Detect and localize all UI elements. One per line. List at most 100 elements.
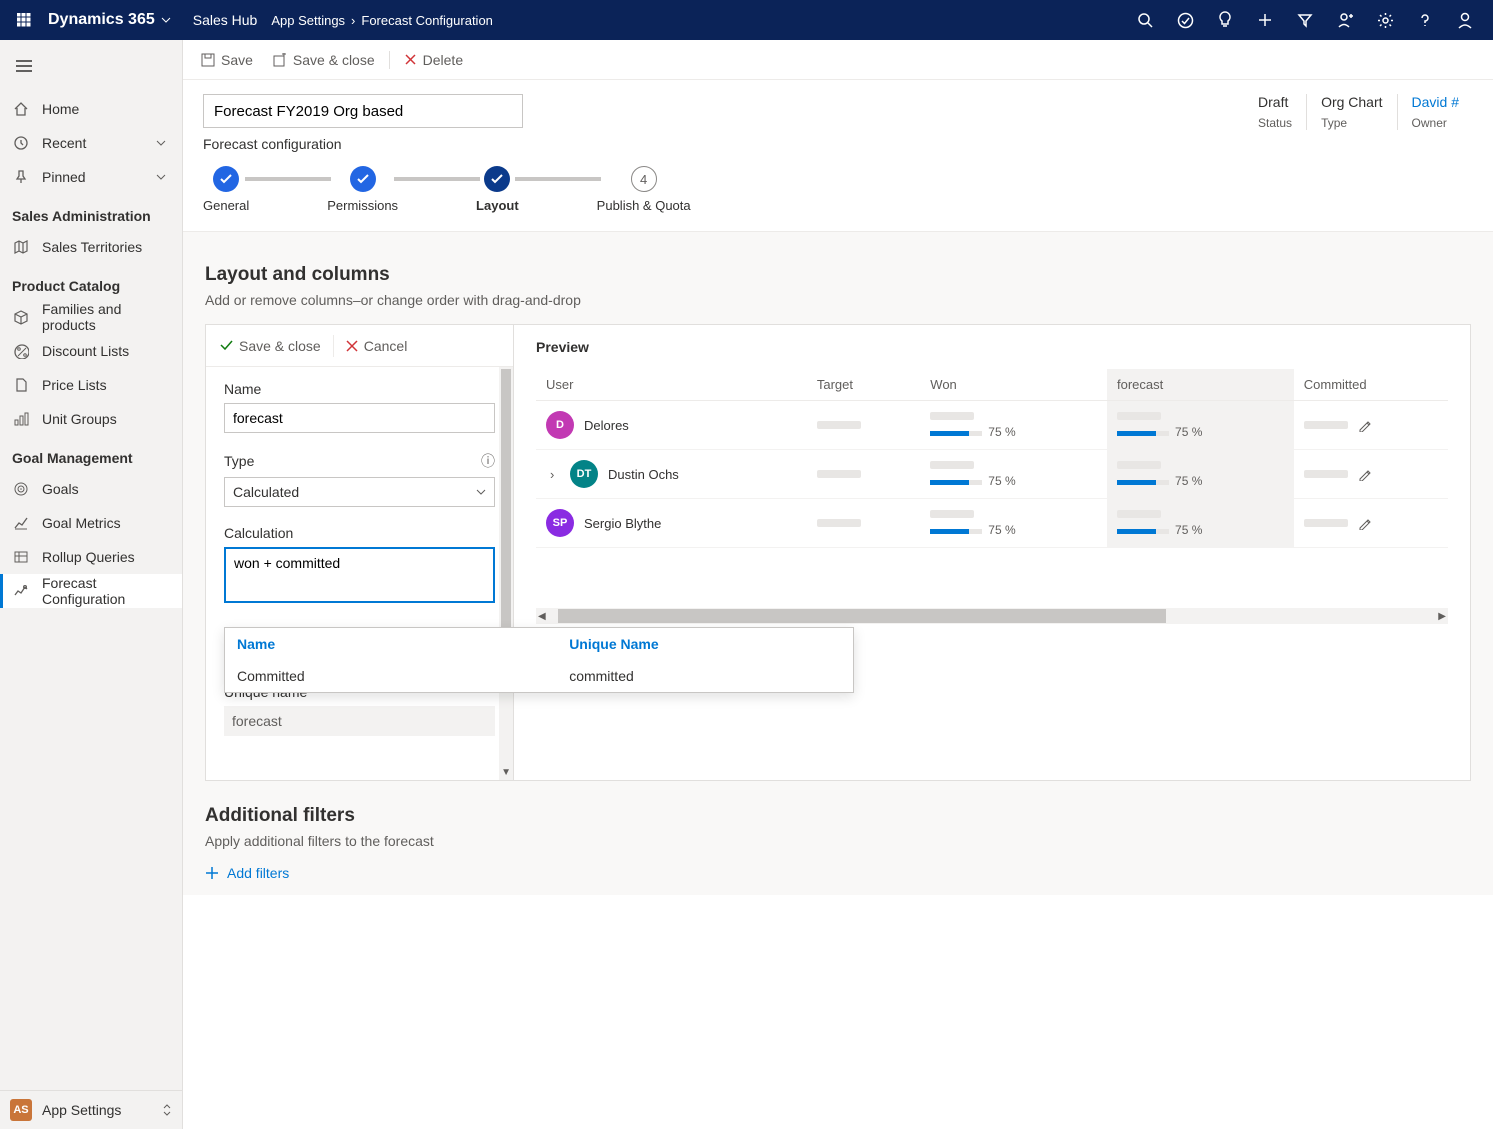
wizard-step-layout[interactable]: Layout	[476, 166, 519, 213]
preview-col-header[interactable]: User	[536, 369, 807, 401]
progress-bar	[930, 431, 982, 436]
filters-title: Additional filters	[205, 805, 1471, 827]
sidebar-section-header: Sales Administration	[0, 194, 182, 230]
vertical-scrollbar[interactable]: ▼	[499, 367, 513, 780]
help-icon[interactable]	[1405, 0, 1445, 40]
expand-collapse-icon	[162, 1103, 172, 1117]
edit-icon[interactable]	[1358, 517, 1371, 530]
record-subtitle: Forecast configuration	[203, 136, 523, 152]
box-icon	[12, 309, 30, 325]
sidebar-item-home[interactable]: Home	[0, 92, 182, 126]
save-icon	[201, 53, 215, 67]
person-icon[interactable]	[1325, 0, 1365, 40]
wizard-step-general[interactable]: General	[203, 166, 249, 213]
column-type-select[interactable]: Calculated	[224, 477, 495, 507]
filter-icon[interactable]	[1285, 0, 1325, 40]
sidebar-item-price-lists[interactable]: Price Lists	[0, 368, 182, 402]
column-name-input[interactable]	[224, 403, 495, 433]
preview-col-header[interactable]: forecast	[1107, 369, 1294, 401]
sidebar-item-goals[interactable]: Goals	[0, 472, 182, 506]
sidebar-item-discount-lists[interactable]: Discount Lists	[0, 334, 182, 368]
meta-value[interactable]: David #	[1412, 94, 1459, 110]
search-icon[interactable]	[1125, 0, 1165, 40]
content-area: Save Save & close Delete Forecast config…	[183, 40, 1493, 1129]
brand-dropdown[interactable]: Dynamics 365	[40, 11, 179, 29]
user-name: Delores	[584, 418, 629, 433]
placeholder	[817, 519, 861, 527]
preview-col-header[interactable]: Target	[807, 369, 920, 401]
sidebar-item-recent[interactable]: Recent	[0, 126, 182, 160]
user-name: Sergio Blythe	[584, 516, 661, 531]
sidebar-item-families-and-products[interactable]: Families and products	[0, 300, 182, 334]
record-title-input[interactable]	[203, 94, 523, 128]
pin-icon	[12, 169, 30, 185]
horizontal-scrollbar[interactable]: ◀▶	[536, 608, 1448, 624]
autocomplete-option[interactable]: Committed committed	[225, 660, 853, 692]
lightbulb-icon[interactable]	[1205, 0, 1245, 40]
progress-bar	[1117, 529, 1169, 534]
ac-header-name: Name	[237, 636, 569, 652]
sidebar-item-goal-metrics[interactable]: Goal Metrics	[0, 506, 182, 540]
avatar: SP	[546, 509, 574, 537]
brand-label: Dynamics 365	[48, 11, 155, 29]
sidebar-item-rollup-queries[interactable]: Rollup Queries	[0, 540, 182, 574]
wizard-step-publish-quota[interactable]: 4Publish & Quota	[597, 166, 691, 213]
meta-label: Type	[1321, 116, 1382, 130]
forecast-icon	[12, 583, 30, 599]
filters-subtitle: Apply additional filters to the forecast	[205, 833, 1471, 849]
preview-col-header[interactable]: Won	[920, 369, 1107, 401]
preview-row: SPSergio Blythe 75 % 75 %	[536, 499, 1448, 548]
task-icon[interactable]	[1165, 0, 1205, 40]
sidebar-item-unit-groups[interactable]: Unit Groups	[0, 402, 182, 436]
plus-icon	[205, 866, 219, 880]
column-edit-panel: Save & close Cancel Name	[206, 325, 514, 780]
field-label: Calculation	[224, 525, 495, 541]
unique-name-input	[224, 706, 495, 736]
preview-title: Preview	[536, 339, 1448, 355]
meta-value: Org Chart	[1321, 94, 1382, 110]
chevron-right-icon[interactable]: ›	[550, 467, 554, 482]
hamburger-icon[interactable]	[8, 50, 40, 82]
breadcrumb-item[interactable]: App Settings	[271, 13, 345, 28]
sidebar-item-pinned[interactable]: Pinned	[0, 160, 182, 194]
gear-icon[interactable]	[1365, 0, 1405, 40]
plus-icon[interactable]	[1245, 0, 1285, 40]
chevron-down-icon	[156, 174, 170, 180]
map-icon	[12, 239, 30, 255]
add-filters-button[interactable]: Add filters	[205, 865, 1471, 881]
save-close-button[interactable]: Save & close	[267, 52, 381, 68]
calculation-input[interactable]: won + committed	[224, 547, 495, 603]
command-bar: Save Save & close Delete	[183, 40, 1493, 80]
nav-breadcrumb: App Settings › Forecast Configuration	[271, 13, 493, 28]
preview-col-header[interactable]: Committed	[1294, 369, 1448, 401]
sidebar-item-forecast-configuration[interactable]: Forecast Configuration	[0, 574, 182, 608]
sidebar-area-switcher[interactable]: AS App Settings	[0, 1090, 182, 1129]
edit-icon[interactable]	[1358, 468, 1371, 481]
rollup-icon	[12, 549, 30, 565]
edit-icon[interactable]	[1358, 419, 1371, 432]
meta-label: Owner	[1412, 116, 1459, 130]
placeholder	[817, 421, 861, 429]
app-launcher-icon[interactable]	[8, 13, 40, 27]
clock-icon	[12, 135, 30, 151]
avatar: D	[546, 411, 574, 439]
meta-value: Draft	[1258, 94, 1292, 110]
account-icon[interactable]	[1445, 0, 1485, 40]
panel-cancel-button[interactable]: Cancel	[342, 338, 412, 354]
module-name[interactable]: Sales Hub	[179, 12, 272, 28]
panel-save-close-button[interactable]: Save & close	[216, 338, 325, 354]
save-button[interactable]: Save	[195, 52, 259, 68]
target-icon	[12, 481, 30, 497]
chevron-down-icon	[156, 140, 170, 146]
breadcrumb-sep: ›	[351, 13, 355, 28]
delete-button[interactable]: Delete	[398, 52, 469, 68]
area-label: App Settings	[42, 1102, 121, 1118]
section-subtitle: Add or remove columns–or change order wi…	[205, 292, 1471, 308]
wizard-step-permissions[interactable]: Permissions	[327, 166, 398, 213]
sidebar-section-header: Product Catalog	[0, 264, 182, 300]
breadcrumb-item[interactable]: Forecast Configuration	[361, 13, 493, 28]
record-header: Forecast configuration DraftStatus Org C…	[183, 80, 1493, 152]
info-icon[interactable]: ⓘ	[481, 451, 495, 471]
sidebar-item-sales-territories[interactable]: Sales Territories	[0, 230, 182, 264]
home-icon	[12, 101, 30, 117]
